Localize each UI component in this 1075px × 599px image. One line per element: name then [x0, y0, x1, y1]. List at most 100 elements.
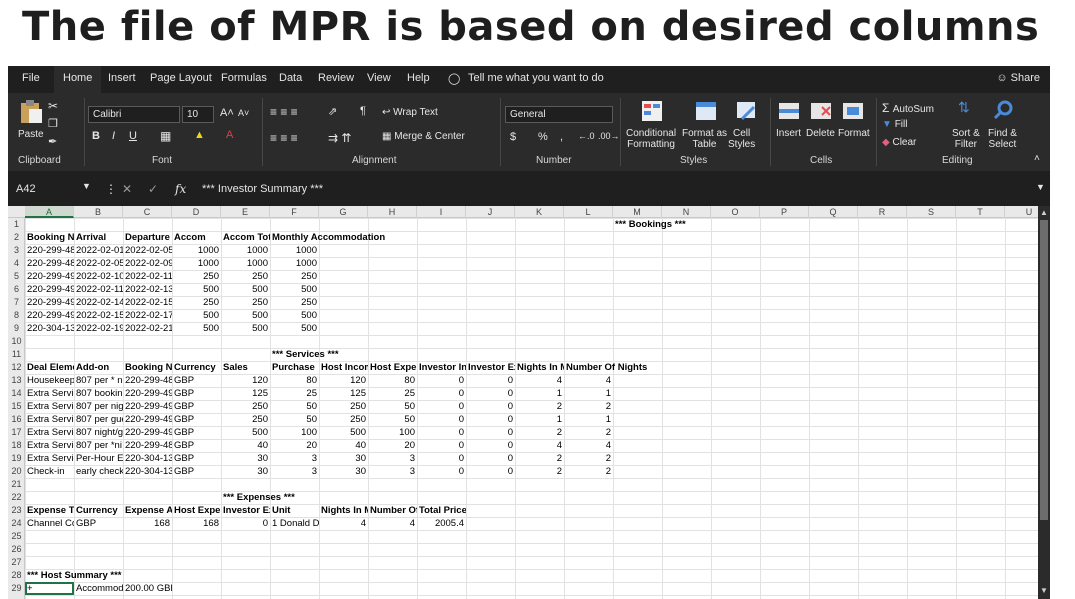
- header-cell[interactable]: Accom Tota: [221, 231, 270, 244]
- table-cell[interactable]: 0: [417, 465, 466, 478]
- column-header-j[interactable]: J: [466, 206, 515, 218]
- table-cell[interactable]: 1: [515, 413, 564, 426]
- table-cell[interactable]: 500: [319, 426, 368, 439]
- header-cell[interactable]: Total Price: [417, 504, 466, 517]
- table-cell[interactable]: 0: [466, 465, 515, 478]
- header-cell[interactable]: Sales: [221, 361, 270, 374]
- table-cell[interactable]: 1000: [270, 257, 319, 270]
- table-cell[interactable]: 220-299-49: [25, 270, 74, 283]
- row-header-7[interactable]: 7: [8, 296, 25, 309]
- section-title[interactable]: *** Host Summary ***: [25, 569, 172, 582]
- table-cell[interactable]: 500: [221, 426, 270, 439]
- underline-button[interactable]: U: [129, 130, 137, 142]
- table-cell[interactable]: 2022-02-09: [123, 257, 172, 270]
- row-header-12[interactable]: 12: [8, 361, 25, 374]
- conditional-formatting-icon[interactable]: [640, 99, 664, 123]
- table-cell[interactable]: Per-Hour Ea: [74, 452, 123, 465]
- table-cell[interactable]: 220-299-48: [25, 244, 74, 257]
- wrap-text-button[interactable]: ↩ Wrap Text: [382, 107, 438, 118]
- table-cell[interactable]: 4: [564, 439, 613, 452]
- table-cell[interactable]: 220-304-13: [25, 322, 74, 335]
- header-cell[interactable]: Investor Inc: [417, 361, 466, 374]
- table-cell[interactable]: 500: [221, 309, 270, 322]
- scroll-down-icon[interactable]: ▼: [1039, 586, 1049, 596]
- column-header-c[interactable]: C: [123, 206, 172, 218]
- table-cell[interactable]: 1000: [221, 244, 270, 257]
- table-cell[interactable]: 1: [515, 387, 564, 400]
- table-cell[interactable]: 1000: [270, 244, 319, 257]
- table-cell[interactable]: 40: [221, 439, 270, 452]
- table-cell[interactable]: 500: [270, 283, 319, 296]
- table-cell[interactable]: 80: [368, 374, 417, 387]
- table-cell[interactable]: 4: [368, 517, 417, 530]
- align-left-icon[interactable]: ≡ ≡ ≡: [270, 131, 298, 145]
- table-cell[interactable]: 250: [221, 413, 270, 426]
- row-header-1[interactable]: 1: [8, 218, 25, 231]
- table-cell[interactable]: GBP: [172, 465, 221, 478]
- format-as-table-icon[interactable]: [694, 99, 718, 123]
- table-cell[interactable]: 250: [221, 296, 270, 309]
- table-cell[interactable]: 250: [319, 400, 368, 413]
- orientation-icon[interactable]: ⇗: [328, 105, 337, 118]
- clear-button[interactable]: ◆ Clear: [882, 137, 916, 148]
- table-cell[interactable]: Extra Servic: [25, 413, 74, 426]
- table-cell[interactable]: 30: [221, 465, 270, 478]
- column-header-a[interactable]: A: [25, 206, 74, 218]
- row-header-24[interactable]: 24: [8, 517, 25, 530]
- table-cell[interactable]: 4: [515, 439, 564, 452]
- table-cell[interactable]: 1 Donald D: [270, 517, 319, 530]
- table-cell[interactable]: 2022-02-17: [123, 309, 172, 322]
- table-cell[interactable]: 20: [270, 439, 319, 452]
- table-cell[interactable]: 2022-02-11: [123, 270, 172, 283]
- table-cell[interactable]: 4: [564, 374, 613, 387]
- table-cell[interactable]: 807 per nig: [74, 400, 123, 413]
- table-cell[interactable]: 0: [417, 439, 466, 452]
- table-cell[interactable]: 1: [564, 413, 613, 426]
- column-header-l[interactable]: L: [564, 206, 613, 218]
- sort-filter-button[interactable]: Sort & Filter: [952, 128, 980, 150]
- table-cell[interactable]: 0: [466, 452, 515, 465]
- column-header-r[interactable]: R: [858, 206, 907, 218]
- table-cell[interactable]: 4: [319, 517, 368, 530]
- share-button[interactable]: ☺ Share: [996, 72, 1040, 84]
- table-cell[interactable]: 500: [172, 322, 221, 335]
- row-header-18[interactable]: 18: [8, 439, 25, 452]
- table-cell[interactable]: 2022-02-05: [74, 257, 123, 270]
- column-header-f[interactable]: F: [270, 206, 319, 218]
- row-header-29[interactable]: 29: [8, 582, 25, 595]
- cancel-icon[interactable]: ✕: [122, 182, 132, 196]
- table-cell[interactable]: 100: [270, 426, 319, 439]
- paste-icon[interactable]: [18, 99, 44, 125]
- table-cell[interactable]: 0: [466, 439, 515, 452]
- table-cell[interactable]: 2022-02-14: [74, 296, 123, 309]
- expand-formula-bar-icon[interactable]: ▼: [1036, 182, 1045, 192]
- table-cell[interactable]: 120: [319, 374, 368, 387]
- shrink-font-icon[interactable]: A˅: [238, 108, 249, 118]
- table-cell[interactable]: 220-304-13: [123, 465, 172, 478]
- table-cell[interactable]: 3: [270, 452, 319, 465]
- table-cell[interactable]: 2022-02-11: [74, 283, 123, 296]
- table-cell[interactable]: 250: [270, 270, 319, 283]
- cell-area[interactable]: *** Bookings ***Booking NoArrivalDepartu…: [25, 218, 1038, 599]
- row-header-14[interactable]: 14: [8, 387, 25, 400]
- tab-page-layout[interactable]: Page Layout: [150, 72, 212, 84]
- table-cell[interactable]: Extra Servic: [25, 452, 74, 465]
- conditional-formatting-button[interactable]: Conditional Formatting: [626, 128, 676, 150]
- table-cell[interactable]: 1000: [172, 244, 221, 257]
- comma-button[interactable]: ,: [560, 131, 563, 143]
- column-header-m[interactable]: M: [613, 206, 662, 218]
- table-cell[interactable]: 2: [564, 400, 613, 413]
- table-cell[interactable]: 25: [368, 387, 417, 400]
- header-cell[interactable]: Nights In M: [319, 504, 368, 517]
- column-header-i[interactable]: I: [417, 206, 466, 218]
- table-cell[interactable]: 220-299-49: [123, 426, 172, 439]
- increase-decimal-icon[interactable]: ←.0: [578, 131, 595, 141]
- table-cell[interactable]: 220-304-13: [123, 452, 172, 465]
- header-cell[interactable]: Booking No: [123, 361, 172, 374]
- table-cell[interactable]: Channel Co: [25, 517, 74, 530]
- merge-center-button[interactable]: ▦ Merge & Center: [382, 131, 465, 142]
- find-select-button[interactable]: Find & Select: [988, 128, 1017, 150]
- table-cell[interactable]: Extra Servic: [25, 387, 74, 400]
- table-cell[interactable]: 25: [270, 387, 319, 400]
- table-cell[interactable]: 807 per gue: [74, 413, 123, 426]
